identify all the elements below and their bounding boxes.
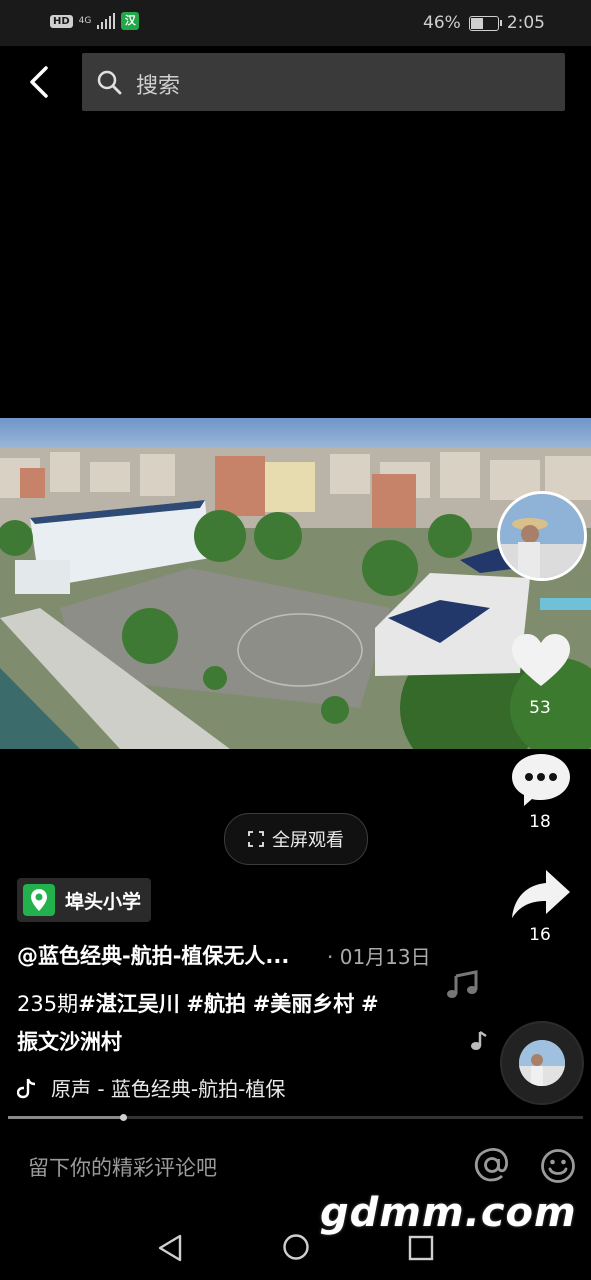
- search-icon: [97, 70, 122, 95]
- location-pin-icon: [23, 884, 55, 916]
- comment-bubble-icon: [512, 754, 570, 806]
- hashtag[interactable]: #: [361, 992, 379, 1016]
- status-left: HD 4G 汉: [50, 12, 140, 30]
- status-bar: HD 4G 汉 46% 2:05: [0, 0, 591, 46]
- battery-percent: 46%: [423, 13, 461, 33]
- hashtag[interactable]: #美丽乡村: [253, 992, 355, 1016]
- search-input[interactable]: 搜索: [82, 53, 565, 111]
- fullscreen-button[interactable]: 全屏观看: [224, 813, 368, 865]
- like-count: 53: [529, 698, 551, 718]
- music-note-small-icon: [471, 1030, 487, 1050]
- share-arrow-icon: [512, 870, 570, 918]
- caption-prefix: 235期: [17, 992, 79, 1016]
- video-player[interactable]: [0, 418, 591, 749]
- video-thumbnail: [0, 418, 591, 749]
- nav-home-icon[interactable]: [282, 1233, 310, 1261]
- search-placeholder: 搜索: [136, 74, 181, 99]
- signal-icon: [97, 13, 116, 29]
- hashtag[interactable]: 振文沙洲村: [17, 1030, 122, 1054]
- music-title: 原声 - 蓝色经典-航拍-植保: [51, 1077, 286, 1101]
- video-progress-bar[interactable]: [8, 1114, 583, 1121]
- hd-badge: HD: [50, 14, 73, 28]
- video-progress-fill: [8, 1116, 123, 1119]
- network-type: 4G: [78, 15, 92, 26]
- nav-recent-icon[interactable]: [408, 1235, 434, 1261]
- nav-back-icon[interactable]: [156, 1233, 184, 1263]
- chevron-left-icon: [30, 66, 48, 98]
- back-button[interactable]: [22, 62, 58, 102]
- music-disc-cover: [519, 1040, 565, 1086]
- fullscreen-icon: [248, 831, 264, 847]
- video-progress-knob[interactable]: [120, 1114, 127, 1121]
- fullscreen-label: 全屏观看: [272, 830, 344, 851]
- like-button[interactable]: [510, 632, 572, 690]
- comment-input[interactable]: 留下你的精彩评论吧: [28, 1152, 217, 1182]
- hashtag[interactable]: #航拍: [186, 992, 246, 1016]
- location-tag[interactable]: 埠头小学: [17, 878, 152, 922]
- watermark: gdmm.com: [320, 1190, 577, 1236]
- share-button[interactable]: [510, 868, 572, 920]
- status-right: 46% 2:05: [423, 13, 545, 33]
- music-disc[interactable]: [500, 1021, 584, 1105]
- battery-icon: [468, 15, 502, 31]
- comment-button[interactable]: [510, 752, 572, 808]
- music-info[interactable]: 原声 - 蓝色经典-航拍-植保: [17, 1073, 285, 1102]
- hashtag[interactable]: #湛江吴川: [78, 992, 180, 1016]
- at-icon[interactable]: [472, 1145, 512, 1185]
- author-avatar[interactable]: [497, 491, 587, 581]
- location-label: 埠头小学: [65, 890, 142, 913]
- music-note-icon: [447, 970, 478, 998]
- share-count: 16: [529, 925, 551, 945]
- heart-icon: [512, 634, 570, 686]
- post-date: · 01月13日: [327, 945, 431, 969]
- post-caption: 235期#湛江吴川 #航拍 #美丽乡村 # 振文沙洲村: [17, 985, 417, 1061]
- tiktok-note-icon: [17, 1078, 36, 1098]
- emoji-icon[interactable]: [540, 1148, 576, 1184]
- clock: 2:05: [506, 13, 545, 33]
- app-notification-icon: 汉: [121, 12, 140, 30]
- author-name[interactable]: @蓝色经典-航拍-植保无人...: [17, 940, 289, 970]
- comment-count: 18: [529, 812, 551, 832]
